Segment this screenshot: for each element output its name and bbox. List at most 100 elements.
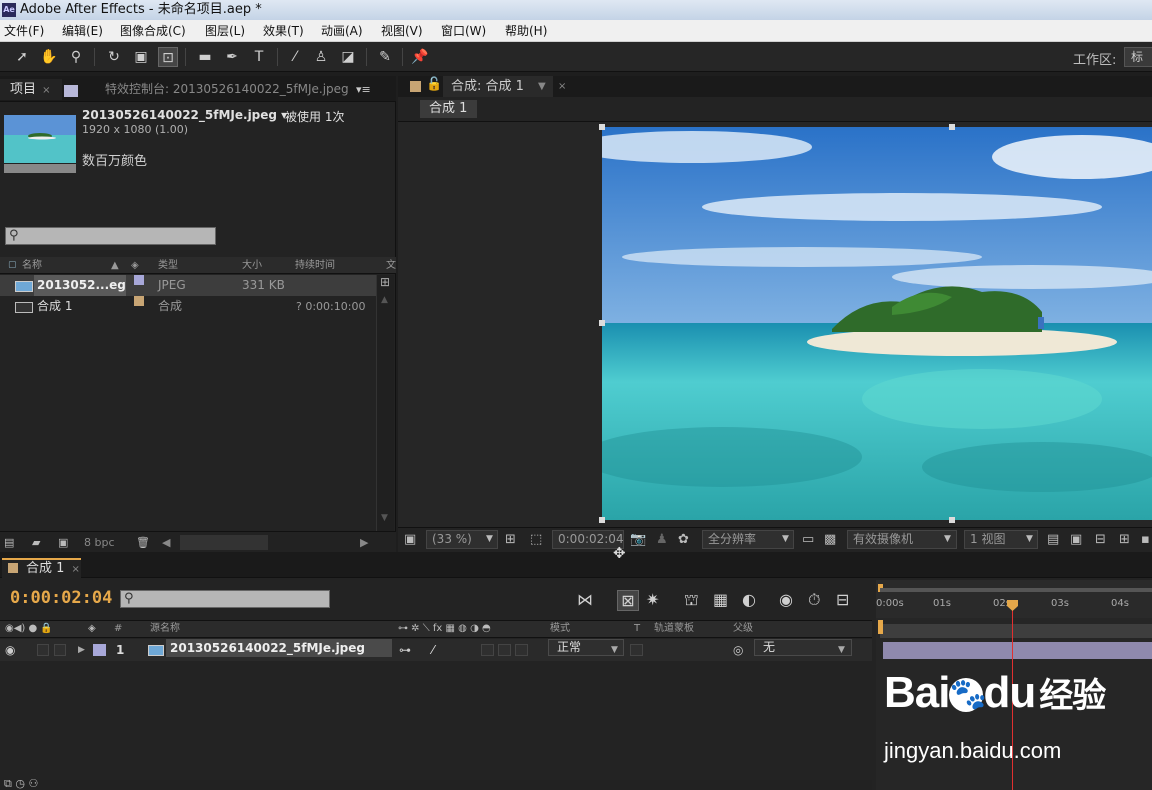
chevron-down-icon[interactable]: ▼ [782,528,789,551]
camera-select[interactable]: 有效摄像机 [847,530,957,549]
project-search-input[interactable]: ⚲ [5,227,216,245]
hide-shy-layers-icon[interactable]: ⛫ [684,590,699,611]
live-update-icon[interactable]: ⊠ [617,590,639,611]
chevron-down-icon[interactable]: ▼ [944,528,951,551]
frame-blending-icon[interactable]: ▦ [713,590,728,609]
interpret-footage-icon[interactable]: ▤ [4,532,14,553]
column-name[interactable]: 名称 [22,257,42,274]
solo-toggle[interactable] [37,644,49,656]
work-area-bar[interactable] [880,624,1152,638]
toggle-pixel-aspect-icon[interactable]: ▤ [1047,528,1059,551]
project-item-row[interactable]: 2013052...eg JPEG 331 KB [0,275,376,296]
shy-switch-icon[interactable]: ⊶ [399,639,411,661]
column-duration[interactable]: 持续时间 [295,257,335,274]
timeline-layer-row[interactable]: ◉ ▶ 1 20130526140022_5fMJe.jpeg ⊶ ⁄ 正常 ▼… [0,639,872,661]
close-icon[interactable]: × [42,85,50,96]
transform-handle[interactable] [599,320,605,326]
motion-blur-icon[interactable]: ◐ [742,590,756,609]
puppet-pin-tool-icon[interactable]: 📌 [410,47,430,67]
menu-effect[interactable]: 效果(T) [263,20,304,42]
tab-effect-controls[interactable]: 特效控制台: 20130526140022_5fMJe.jpeg [105,79,349,100]
timeline-current-time[interactable]: 0:00:02:04 [10,588,112,608]
menu-edit[interactable]: 编辑(E) [62,20,103,42]
scroll-up-icon[interactable]: ▲ [381,295,388,305]
quality-switch-icon[interactable]: ⁄ [432,639,434,661]
menu-window[interactable]: 窗口(W) [441,20,486,42]
menu-composition[interactable]: 图像合成(C) [120,20,186,42]
column-size[interactable]: 大小 [242,257,262,274]
selected-item-name[interactable]: 20130526140022_5fMJe.jpeg ▾ [82,108,287,122]
channel-icon[interactable]: ✿ [678,528,689,551]
safe-margins-icon[interactable]: ⊞ [505,528,516,551]
scroll-left-icon[interactable]: ◀ [162,532,170,553]
column-track-matte[interactable]: 轨道蒙板 [654,621,694,637]
camera-tool-icon[interactable]: ▣ [131,47,151,67]
mini-flowchart-icon[interactable]: ⋈ [577,590,593,609]
tab-composition[interactable]: 合成: 合成 1 [443,76,553,97]
eraser-tool-icon[interactable]: ◪ [338,47,358,67]
chevron-down-icon[interactable]: ▼ [838,639,845,661]
workspace-select[interactable]: 标 [1124,47,1152,67]
toggle-panes-icon[interactable]: ⧉ ◷ ⚇ [4,777,38,790]
selection-tool-icon[interactable]: ➚ [12,47,32,67]
time-ruler[interactable]: 0:00s 01s 02s 03s 04s [876,580,1152,618]
chevron-down-icon[interactable]: ▼ [611,639,618,661]
lock-icon[interactable]: 🔓 [426,77,442,92]
trash-icon[interactable]: 🗑 [136,532,150,553]
composition-canvas[interactable] [398,123,1152,526]
project-item-row[interactable]: 合成 1 合成 ? 0:00:10:00 [0,296,376,317]
snapshot-icon[interactable]: 📷 [630,528,646,551]
close-icon[interactable]: × [72,564,80,575]
roto-brush-tool-icon[interactable]: ✎ [375,47,395,67]
flowchart-icon[interactable]: ⊞ [1119,528,1130,551]
rotate-tool-icon[interactable]: ↻ [104,47,124,67]
switch-box[interactable] [481,644,494,656]
scroll-down-icon[interactable]: ▼ [381,513,388,523]
switch-box[interactable] [498,644,511,656]
region-of-interest-icon[interactable]: ▭ [802,528,814,551]
column-type[interactable]: 类型 [158,257,178,274]
project-scrollbar[interactable]: ⊞ ▲ ▼ [376,275,394,531]
chevron-down-icon[interactable]: ▼ [538,76,546,97]
sort-ascending-icon[interactable]: ▲ [111,257,119,274]
auto-keyframe-icon[interactable]: ⏱ [808,590,820,610]
layer-duration-bar[interactable] [883,642,1152,659]
work-area-handle[interactable] [878,620,883,634]
chevron-down-icon[interactable]: ▼ [486,528,493,551]
horizontal-scroll-thumb[interactable] [180,535,268,550]
fast-previews-icon[interactable]: ▣ [1070,528,1082,551]
column-parent[interactable]: 父级 [733,621,753,637]
column-mode[interactable]: 模式 [550,621,570,637]
type-tool-icon[interactable]: T [249,47,269,67]
draft-3d-icon[interactable]: ✷ [646,590,659,609]
timeline-icon[interactable]: ⊟ [1095,528,1106,551]
reset-exposure-icon[interactable]: ▪ [1141,528,1150,551]
chevron-down-icon[interactable]: ▼ [1026,528,1033,551]
pick-whip-icon[interactable]: ◎ [733,639,743,661]
lock-toggle[interactable] [54,644,66,656]
expand-triangle-icon[interactable]: ▶ [78,639,85,661]
transform-handle[interactable] [599,517,605,523]
pan-behind-tool-icon[interactable]: ⊡ [158,47,178,67]
close-icon[interactable]: × [558,76,566,97]
comp-breadcrumb[interactable]: 合成 1 [420,100,477,118]
label-swatch[interactable] [93,644,106,656]
menu-help[interactable]: 帮助(H) [505,20,547,42]
brush-tool-icon[interactable]: ⁄ [285,47,305,67]
menu-file[interactable]: 文件(F) [4,20,44,42]
switch-box[interactable] [515,644,528,656]
new-composition-icon[interactable]: ▣ [58,532,68,553]
scroll-right-icon[interactable]: ▶ [360,532,368,553]
preserve-transparency-box[interactable] [630,644,643,656]
pen-tool-icon[interactable]: ✒ [222,47,242,67]
transparency-grid-icon[interactable]: ▩ [824,528,836,551]
tab-project[interactable]: 项目 × [0,79,62,100]
transform-handle[interactable] [599,124,605,130]
graph-editor-icon[interactable]: ⊟ [836,590,849,609]
time-navigator[interactable] [880,588,1152,592]
transform-handle[interactable] [949,517,955,523]
mask-visibility-icon[interactable]: ⬚ [530,528,542,551]
zoom-tool-icon[interactable]: ⚲ [66,47,86,67]
layer-name[interactable]: 20130526140022_5fMJe.jpeg [166,639,392,657]
menu-layer[interactable]: 图层(L) [205,20,245,42]
